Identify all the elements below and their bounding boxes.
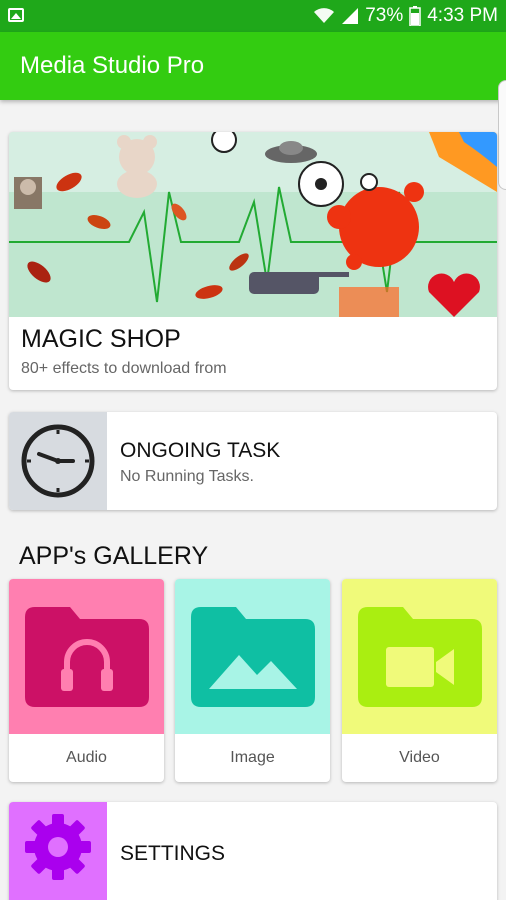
clock-time: 4:33 PM: [427, 5, 498, 26]
image-tile-thumbnail: [175, 579, 330, 734]
ongoing-task-status: No Running Tasks.: [120, 468, 254, 485]
settings-icon-box: [9, 802, 107, 900]
gallery-tile-label: Video: [399, 749, 440, 766]
gear-icon: [25, 814, 91, 880]
edge-panel-handle[interactable]: [498, 80, 506, 190]
ongoing-task-card[interactable]: ONGOING TASK No Running Tasks.: [9, 412, 497, 510]
app-bar: Media Studio Pro: [0, 32, 506, 100]
gallery-tile-audio[interactable]: Audio: [9, 579, 164, 782]
gallery-tile-label: Image: [230, 749, 275, 766]
battery-icon: [409, 6, 421, 26]
signal-icon: [342, 8, 359, 24]
headphones-folder-icon: [24, 606, 149, 707]
status-indicators: 73% 4:33 PM: [313, 4, 498, 28]
image-folder-icon: [190, 606, 315, 707]
clock-icon: [21, 424, 95, 498]
ongoing-task-icon-box: [9, 412, 107, 510]
status-bar: 73% 4:33 PM: [0, 0, 506, 32]
magic-shop-banner: [9, 132, 497, 317]
app-title: Media Studio Pro: [20, 52, 205, 79]
gallery-tile-label: Audio: [66, 749, 107, 766]
magic-shop-subtitle: 80+ effects to download from: [21, 360, 227, 377]
gallery-tile-video[interactable]: Video: [342, 579, 497, 782]
video-folder-icon: [357, 606, 482, 707]
wifi-icon: [314, 8, 335, 23]
settings-title: SETTINGS: [120, 842, 226, 865]
ongoing-task-title: ONGOING TASK: [120, 439, 281, 462]
gallery-heading: APP's GALLERY: [19, 542, 209, 570]
battery-percent: 73%: [365, 5, 404, 26]
audio-tile-thumbnail: [9, 579, 164, 734]
magic-shop-title: MAGIC SHOP: [21, 325, 181, 353]
gallery-tile-image[interactable]: Image: [175, 579, 330, 782]
video-tile-thumbnail: [342, 579, 497, 734]
settings-card[interactable]: SETTINGS: [9, 802, 497, 900]
gallery-notification-icon: [8, 8, 24, 22]
magic-shop-card[interactable]: MAGIC SHOP 80+ effects to download from: [9, 132, 497, 390]
